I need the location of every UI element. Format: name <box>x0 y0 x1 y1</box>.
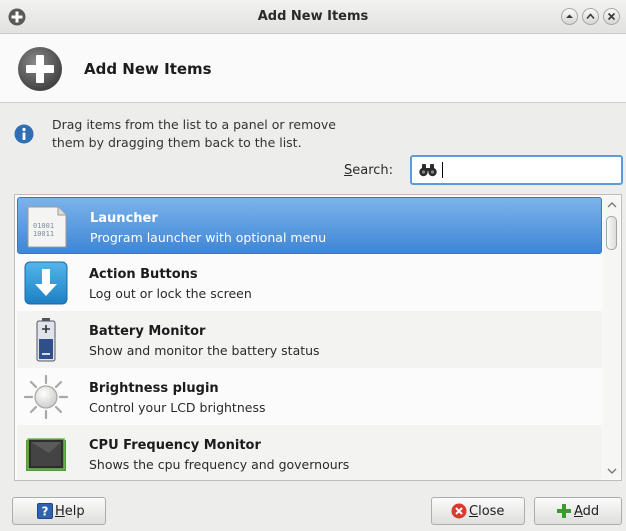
battery-icon <box>36 318 56 362</box>
help-label-rest: elp <box>64 503 85 519</box>
svg-text:10011: 10011 <box>33 230 54 238</box>
close-button[interactable]: Close <box>431 497 525 525</box>
add-mnemonic: A <box>574 503 583 519</box>
text-caret <box>442 162 443 178</box>
scroll-up-button[interactable] <box>603 196 620 212</box>
maximize-button[interactable] <box>582 8 599 25</box>
search-label: Search: <box>344 163 393 178</box>
chevron-down-icon <box>607 468 616 474</box>
search-input[interactable] <box>444 159 614 181</box>
item-name: Action Buttons <box>89 267 198 282</box>
brightness-icon <box>23 374 69 420</box>
scroll-thumb[interactable] <box>606 216 617 250</box>
page-title: Add New Items <box>84 60 212 78</box>
help-icon: ? <box>37 503 53 519</box>
plus-icon <box>557 504 571 518</box>
item-description: Shows the cpu frequency and governours <box>89 457 350 472</box>
item-description: Program launcher with optional menu <box>90 230 327 245</box>
add-label-rest: dd <box>582 503 600 519</box>
scroll-down-button[interactable] <box>603 463 620 479</box>
info-line: Drag items from the list to a panel or r… <box>52 117 336 132</box>
binoculars-icon <box>419 164 437 177</box>
info-line: them by dragging them back to the list. <box>52 135 302 150</box>
svg-text:01001: 01001 <box>33 222 54 230</box>
help-button[interactable]: ? Help <box>12 497 106 525</box>
add-new-items-window: Add New Items Add New Items Drag items f… <box>0 0 626 531</box>
list-item[interactable]: CPU Frequency Monitor Shows the cpu freq… <box>17 425 602 480</box>
plugin-list[interactable]: 01001 10011 Launcher Program launcher wi… <box>14 194 622 481</box>
list-item[interactable]: Brightness plugin Control your LCD brigh… <box>17 368 602 425</box>
svg-text:?: ? <box>42 505 49 519</box>
info-text: Drag items from the list to a panel or r… <box>52 116 336 152</box>
shade-button[interactable] <box>561 8 578 25</box>
item-name: CPU Frequency Monitor <box>89 438 261 453</box>
search-field[interactable] <box>410 155 623 185</box>
list-item[interactable]: Battery Monitor Show and monitor the bat… <box>17 311 602 368</box>
close-icon <box>607 12 616 21</box>
close-label-rest: lose <box>478 503 505 519</box>
chevron-up-icon <box>607 201 616 207</box>
add-button[interactable]: Add <box>534 497 622 525</box>
item-description: Show and monitor the battery status <box>89 343 320 358</box>
help-label: Help <box>55 504 85 519</box>
item-name: Battery Monitor <box>89 324 206 339</box>
title-bar[interactable]: Add New Items <box>0 0 626 34</box>
cpu-icon <box>26 438 66 471</box>
action-buttons-icon <box>24 261 68 305</box>
search-label-rest: earch: <box>352 163 394 178</box>
dialog-header: Add New Items <box>0 34 626 103</box>
close-window-button[interactable] <box>603 8 620 25</box>
add-label: Add <box>574 504 599 519</box>
help-mnemonic: H <box>55 503 65 519</box>
window-title: Add New Items <box>257 9 369 24</box>
close-circle-icon <box>451 503 467 519</box>
list-item[interactable]: 01001 10011 Launcher Program launcher wi… <box>17 197 602 254</box>
item-description: Control your LCD brightness <box>89 400 266 415</box>
item-name: Launcher <box>90 211 158 226</box>
chevron-up-icon <box>566 14 573 18</box>
add-icon <box>18 47 62 91</box>
item-description: Log out or lock the screen <box>89 286 252 301</box>
item-name: Brightness plugin <box>89 381 219 396</box>
close-mnemonic: C <box>469 503 479 519</box>
launcher-icon: 01001 10011 <box>27 206 67 248</box>
chevron-up-icon <box>586 13 595 20</box>
close-label: Close <box>469 504 504 519</box>
list-item[interactable]: Action Buttons Log out or lock the scree… <box>17 254 602 311</box>
info-icon <box>14 124 34 144</box>
list-scrollbar[interactable] <box>603 196 620 479</box>
